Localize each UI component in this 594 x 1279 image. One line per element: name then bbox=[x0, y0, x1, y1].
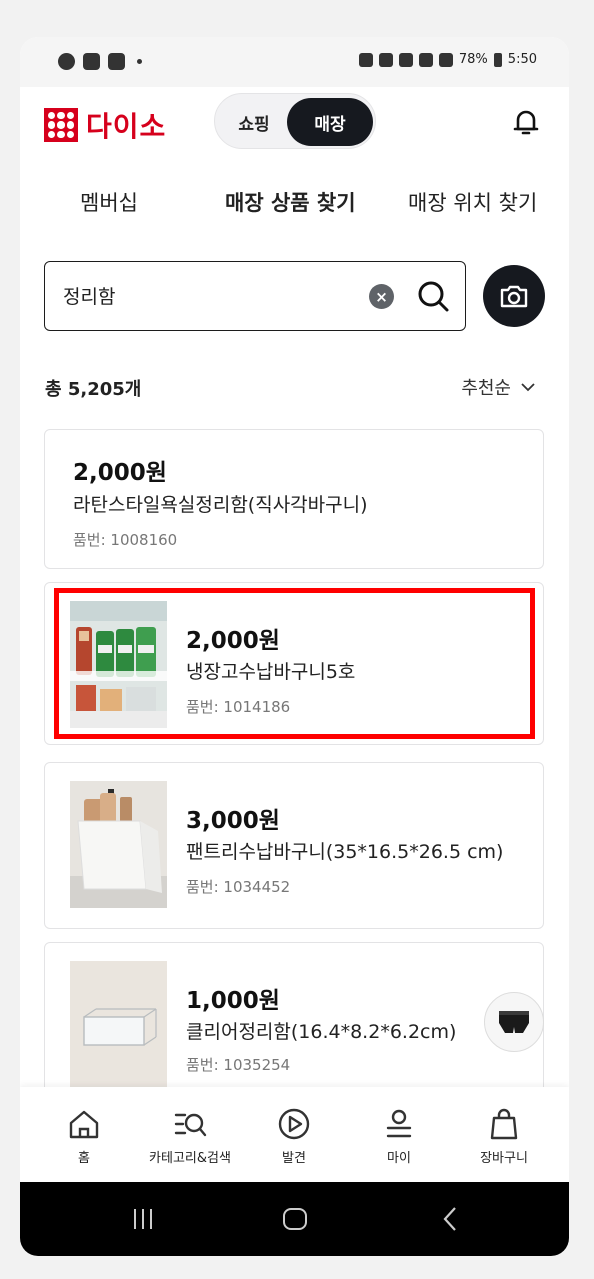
cube-icon bbox=[108, 53, 125, 70]
status-bar: 78% 5:50 bbox=[20, 37, 569, 87]
bell-icon[interactable] bbox=[509, 105, 543, 139]
product-name: 냉장고수납바구니5호 bbox=[186, 661, 356, 683]
phone-screen: 78% 5:50 다이소 쇼핑 매장 멤버십 매장 상품 찾기 매장 위치 찾기 bbox=[20, 37, 569, 1256]
shop-store-toggle: 쇼핑 매장 bbox=[214, 93, 376, 149]
toggle-shopping[interactable]: 쇼핑 bbox=[219, 98, 289, 146]
recent-item-button[interactable] bbox=[484, 992, 544, 1052]
bluetooth-icon bbox=[378, 52, 393, 67]
underwear-thumbnail-icon bbox=[499, 1011, 529, 1033]
battery-icon bbox=[493, 52, 502, 67]
daiso-logo[interactable]: 다이소 bbox=[44, 105, 166, 145]
alarm-icon bbox=[358, 52, 373, 67]
nav-my-label: 마이 bbox=[387, 1151, 411, 1166]
sort-dropdown[interactable]: 추천순 bbox=[461, 374, 535, 400]
nav-home[interactable]: 홈 bbox=[34, 1107, 134, 1166]
search-icon[interactable] bbox=[415, 278, 451, 314]
toggle-store[interactable]: 매장 bbox=[287, 98, 373, 146]
nav-category-search[interactable]: 카테고리&검색 bbox=[140, 1107, 240, 1166]
camera-icon bbox=[500, 285, 528, 308]
product-price: 3,000원 bbox=[186, 808, 280, 834]
back-icon[interactable] bbox=[438, 1206, 464, 1232]
tab-store-location[interactable]: 매장 위치 찾기 bbox=[408, 187, 537, 217]
category-search-icon bbox=[174, 1113, 207, 1137]
app-header: 다이소 쇼핑 매장 bbox=[20, 87, 569, 167]
sort-label: 추천순 bbox=[461, 378, 511, 399]
product-card[interactable]: 3,000원 팬트리수납바구니(35*16.5*26.5 cm) 품번: 103… bbox=[44, 762, 544, 929]
product-code: 품번: 1034452 bbox=[186, 878, 291, 896]
nav-cart-label: 장바구니 bbox=[480, 1151, 528, 1166]
home-button-icon[interactable] bbox=[282, 1206, 308, 1232]
person-icon bbox=[386, 1109, 412, 1138]
gallery-icon bbox=[83, 53, 100, 70]
product-image bbox=[70, 961, 167, 1088]
product-code: 품번: 1035254 bbox=[186, 1056, 291, 1074]
play-circle-icon bbox=[278, 1108, 310, 1140]
nav-cart[interactable]: 장바구니 bbox=[454, 1107, 554, 1166]
result-count: 총 5,205개 bbox=[45, 379, 142, 400]
camera-search-button[interactable] bbox=[483, 265, 545, 327]
nav-discover-label: 발견 bbox=[282, 1151, 306, 1166]
battery-percent: 78% bbox=[458, 52, 488, 67]
product-price: 2,000원 bbox=[73, 460, 167, 486]
dot-icon bbox=[137, 59, 142, 64]
product-image bbox=[70, 781, 167, 908]
status-right: 78% 5:50 bbox=[358, 52, 537, 67]
nav-my[interactable]: 마이 bbox=[349, 1107, 449, 1166]
wifi-icon bbox=[398, 52, 413, 67]
chevron-down-icon bbox=[521, 383, 535, 392]
product-name: 팬트리수납바구니(35*16.5*26.5 cm) bbox=[186, 841, 504, 863]
logo-text: 다이소 bbox=[86, 110, 167, 143]
talk-icon bbox=[58, 53, 75, 70]
store-tabs: 멤버십 매장 상품 찾기 매장 위치 찾기 bbox=[20, 177, 569, 227]
home-icon bbox=[69, 1110, 99, 1139]
tab-membership[interactable]: 멤버십 bbox=[80, 187, 138, 217]
status-time: 5:50 bbox=[507, 52, 537, 67]
product-price: 1,000원 bbox=[186, 988, 280, 1014]
bottom-navigation: 홈 카테고리&검색 발견 마이 장바구니 bbox=[20, 1087, 569, 1182]
search-input[interactable] bbox=[63, 284, 343, 306]
hd-icon bbox=[418, 52, 433, 67]
clear-search-button[interactable]: × bbox=[369, 284, 394, 309]
nav-discover[interactable]: 발견 bbox=[244, 1107, 344, 1166]
product-name: 클리어정리함(16.4*8.2*6.2cm) bbox=[186, 1021, 457, 1043]
product-card[interactable]: 2,000원 냉장고수납바구니5호 품번: 1014186 bbox=[44, 582, 544, 745]
search-box: × bbox=[44, 261, 466, 331]
product-code: 품번: 1014186 bbox=[186, 698, 291, 716]
product-card[interactable]: 2,000원 라탄스타일욕실정리함(직사각바구니) 품번: 1008160 bbox=[44, 429, 544, 569]
product-code: 품번: 1008160 bbox=[73, 531, 178, 549]
status-left-icons bbox=[58, 53, 142, 70]
product-image bbox=[70, 601, 167, 728]
signal-icon bbox=[438, 52, 453, 67]
nav-home-label: 홈 bbox=[78, 1151, 90, 1166]
product-name: 라탄스타일욕실정리함(직사각바구니) bbox=[73, 494, 368, 516]
system-navigation-bar bbox=[20, 1182, 569, 1256]
nav-category-label: 카테고리&검색 bbox=[149, 1151, 231, 1166]
logo-mark-icon bbox=[44, 108, 78, 142]
tab-store-product-search[interactable]: 매장 상품 찾기 bbox=[225, 187, 356, 217]
shopping-bag-icon bbox=[490, 1108, 518, 1140]
recent-apps-icon[interactable] bbox=[130, 1206, 156, 1232]
close-icon: × bbox=[375, 287, 388, 306]
product-price: 2,000원 bbox=[186, 628, 280, 654]
